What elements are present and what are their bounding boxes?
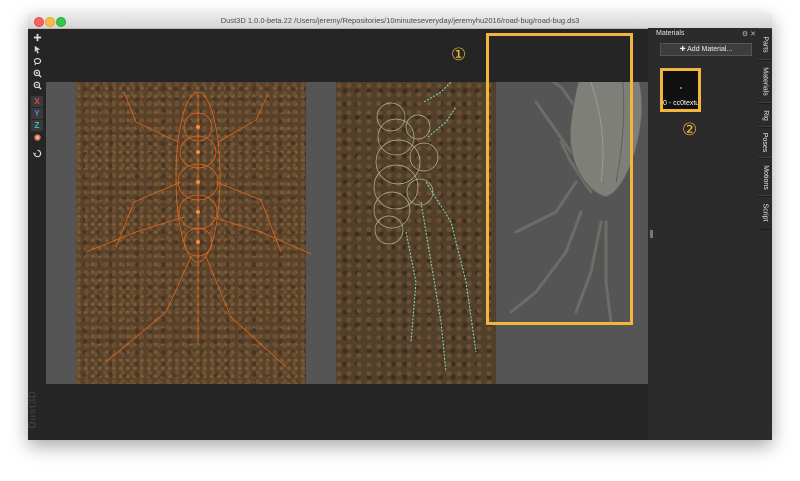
tab-rig[interactable]: Rig: [758, 102, 772, 128]
panel-splitter-handle[interactable]: [650, 230, 653, 238]
window-title: Dust3D 1.0.0-beta.22 /Users/jeremy/Repos…: [220, 16, 580, 25]
select-tool-button[interactable]: [31, 44, 43, 55]
side-tabs: Parts Materials Rig Poses Motions Script: [758, 28, 772, 440]
x-mirror-button[interactable]: X: [31, 96, 43, 107]
select-icon: [34, 45, 40, 54]
tab-parts[interactable]: Parts: [758, 28, 772, 61]
materials-panel-title: Materials: [656, 30, 685, 37]
z-mirror-button[interactable]: Z: [31, 120, 43, 131]
zoom-in-icon: [33, 69, 42, 78]
radius-lock-button[interactable]: [31, 132, 43, 143]
zoom-out-button[interactable]: [31, 80, 43, 91]
zoom-in-button[interactable]: [31, 68, 43, 79]
tab-script[interactable]: Script: [758, 195, 772, 230]
materials-panel: Materials ⚙ ✕ ✚ Add Material... 0 - cc0t…: [648, 28, 758, 440]
panel-dock-icons[interactable]: ⚙ ✕: [742, 30, 756, 38]
add-node-button[interactable]: [31, 32, 43, 43]
add-material-button[interactable]: ✚ Add Material...: [660, 43, 752, 56]
material-preview-dot: [680, 87, 682, 89]
material-item-label: 0 - cc0textur: [663, 100, 698, 107]
annotation-label-1: ①: [451, 45, 467, 64]
lasso-icon: [33, 57, 41, 66]
tab-poses[interactable]: Poses: [758, 126, 772, 159]
zoom-out-icon: [33, 81, 42, 90]
lasso-tool-button[interactable]: [31, 56, 43, 67]
recycle-icon: [32, 149, 41, 158]
rendered-model-highlight: [486, 33, 633, 325]
left-toolbar: X Y Z: [30, 32, 44, 160]
annotation-label-2: ②: [682, 120, 698, 139]
y-mirror-button[interactable]: Y: [31, 108, 43, 119]
tab-materials[interactable]: Materials: [758, 59, 772, 104]
regenerate-button[interactable]: [31, 148, 43, 159]
material-thumbnail[interactable]: 0 - cc0textur: [660, 68, 701, 112]
circle-icon: [33, 134, 41, 141]
app-window: Dust3D 1.0.0-beta.22 /Users/jeremy/Repos…: [28, 14, 772, 440]
title-bar: Dust3D 1.0.0-beta.22 /Users/jeremy/Repos…: [28, 14, 772, 29]
tab-motions[interactable]: Motions: [758, 157, 772, 197]
add-icon: [33, 33, 41, 42]
dust3d-watermark: Dust3D: [28, 390, 39, 429]
